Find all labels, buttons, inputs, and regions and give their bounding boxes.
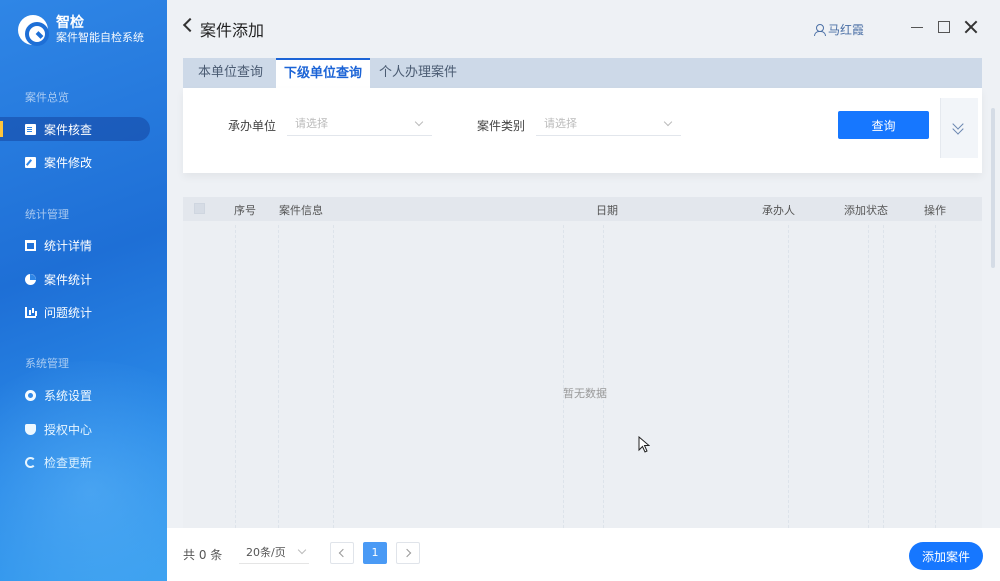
document-icon — [25, 123, 36, 135]
next-page-button[interactable] — [396, 542, 420, 564]
scrollbar[interactable] — [991, 108, 995, 268]
minimize-icon[interactable] — [910, 20, 924, 34]
page-title: 案件添加 — [200, 21, 265, 40]
nav-section-title: 案件总览 — [25, 91, 69, 104]
unit-select-placeholder: 请选择 — [295, 117, 328, 130]
sidebar-item-label: 授权中心 — [44, 422, 93, 437]
sidebar: 智检 案件智能自检系统 案件总览 案件核查 案件修改 统计管理 统计详情 案件统… — [0, 0, 167, 581]
table-body: 暂无数据 — [183, 221, 982, 528]
tab-personal[interactable]: 个人办理案件 — [370, 58, 473, 88]
nav-section-title: 系统管理 — [25, 357, 69, 370]
category-select[interactable]: 请选择 — [536, 114, 681, 136]
column-header: 日期 — [596, 204, 618, 217]
sidebar-item-issue-stat[interactable]: 问题统计 — [0, 300, 150, 324]
user-menu[interactable]: 马红霞 — [814, 21, 864, 38]
column-header: 序号 — [234, 204, 256, 217]
sidebar-item-case-edit[interactable]: 案件修改 — [0, 150, 150, 174]
back-icon[interactable] — [182, 17, 198, 33]
expand-filter-button[interactable] — [940, 98, 978, 158]
mouse-cursor-icon — [638, 436, 650, 453]
filter-panel: 承办单位 请选择 案件类别 请选择 查询 — [183, 88, 982, 173]
chevron-down-icon — [414, 117, 424, 127]
sidebar-item-label: 问题统计 — [44, 305, 93, 320]
pie-chart-icon — [25, 273, 36, 285]
pagination-bar: 共 0 条 20条/页 1 添加案件 — [167, 528, 1000, 581]
sidebar-item-update[interactable]: 检查更新 — [0, 450, 150, 474]
sidebar-item-license[interactable]: 授权中心 — [0, 417, 150, 441]
select-all-checkbox[interactable] — [194, 203, 205, 214]
case-table: 序号 案件信息 日期 承办人 添加状态 操作 暂无数据 — [183, 197, 982, 528]
column-header: 承办人 — [762, 204, 795, 217]
nav-section-title: 统计管理 — [25, 208, 69, 221]
refresh-icon — [25, 456, 36, 468]
maximize-icon[interactable] — [937, 20, 951, 34]
sidebar-item-case-stat[interactable]: 案件统计 — [0, 267, 150, 291]
empty-state-text: 暂无数据 — [563, 387, 607, 400]
unit-label: 承办单位 — [228, 119, 277, 133]
header: 案件添加 马红霞 — [167, 0, 1000, 58]
bar-chart-icon — [25, 306, 36, 318]
column-header: 操作 — [924, 204, 946, 217]
sidebar-item-label: 统计详情 — [44, 238, 93, 253]
tab-sub-unit[interactable]: 下级单位查询 — [276, 58, 371, 88]
user-name: 马红霞 — [828, 23, 865, 37]
logo-icon — [18, 15, 49, 46]
page-size-select[interactable]: 20条/页 — [239, 542, 309, 564]
sidebar-item-label: 检查更新 — [44, 455, 93, 470]
category-select-placeholder: 请选择 — [544, 117, 577, 130]
query-button[interactable]: 查询 — [838, 111, 929, 139]
sidebar-item-settings[interactable]: 系统设置 — [0, 383, 150, 407]
edit-icon — [25, 156, 36, 168]
sidebar-item-case-check[interactable]: 案件核查 — [0, 117, 150, 141]
tab-bar: 本单位查询 下级单位查询 个人办理案件 — [183, 58, 982, 88]
chevron-down-icon — [297, 545, 307, 555]
unit-select[interactable]: 请选择 — [287, 114, 432, 136]
column-header: 添加状态 — [844, 204, 888, 217]
gear-icon — [25, 389, 36, 401]
sidebar-item-label: 案件统计 — [44, 272, 93, 287]
brand-subtitle: 案件智能自检系统 — [56, 31, 144, 44]
sidebar-item-label: 系统设置 — [44, 388, 93, 403]
book-icon — [25, 239, 36, 251]
add-case-button[interactable]: 添加案件 — [909, 542, 983, 570]
column-header: 案件信息 — [279, 204, 323, 217]
page-size-value: 20条/页 — [246, 546, 286, 559]
sidebar-item-label: 案件核查 — [44, 122, 93, 137]
category-label: 案件类别 — [477, 119, 526, 133]
sidebar-item-stat-detail[interactable]: 统计详情 — [0, 233, 150, 257]
close-icon[interactable] — [964, 20, 978, 34]
sidebar-item-label: 案件修改 — [44, 155, 93, 170]
user-icon — [814, 24, 826, 36]
total-count: 共 0 条 — [183, 548, 223, 562]
shield-icon — [25, 423, 36, 435]
prev-page-button[interactable] — [330, 542, 354, 564]
table-header: 序号 案件信息 日期 承办人 添加状态 操作 — [183, 197, 982, 221]
brand-name: 智检 — [56, 15, 84, 31]
page-number-current[interactable]: 1 — [363, 542, 387, 564]
tab-own-unit[interactable]: 本单位查询 — [183, 58, 276, 88]
chevron-down-icon — [663, 117, 673, 127]
brand: 智检 案件智能自检系统 — [18, 12, 144, 48]
